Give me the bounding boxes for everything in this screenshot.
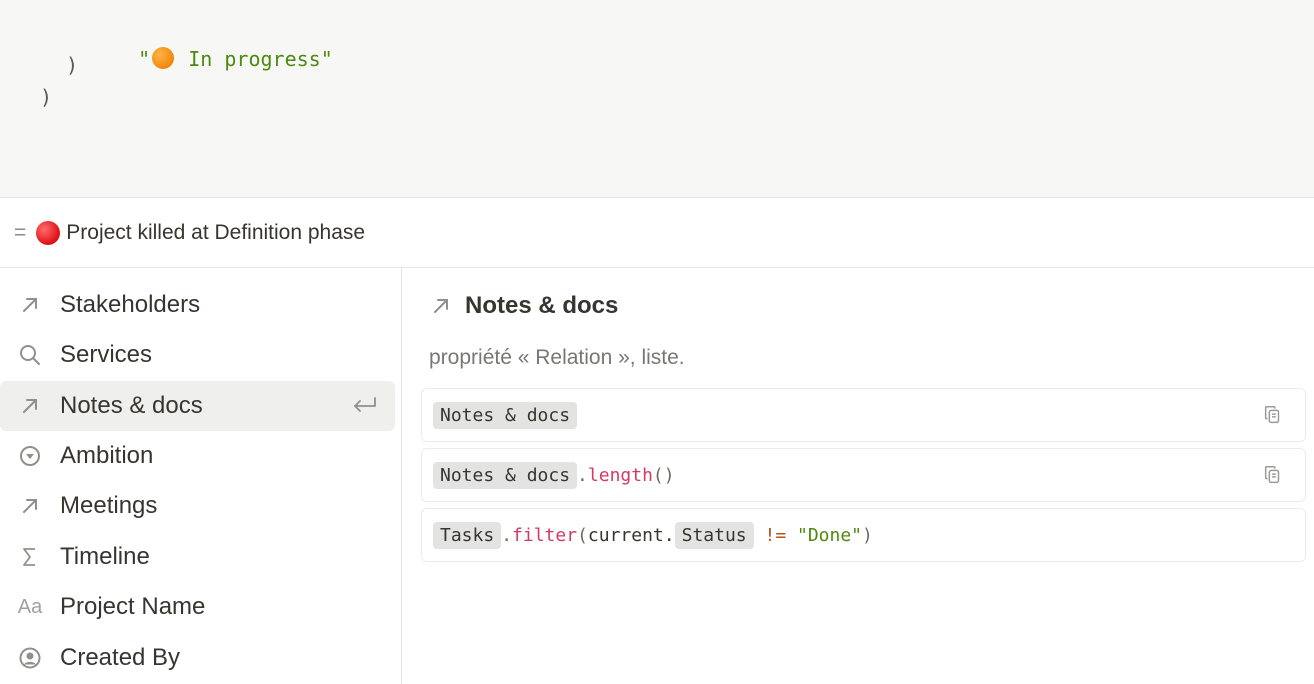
arrow-up-right-icon [434, 299, 448, 313]
code-line-1: " In progress" [90, 20, 333, 98]
sidebar-item-notes-docs[interactable]: Notes & docs [0, 381, 395, 431]
sidebar-item-ambition[interactable]: Ambition [0, 431, 395, 481]
search-icon [0, 330, 60, 380]
sidebar-item-created-by[interactable]: Created By [0, 633, 395, 683]
property-chip: Notes & docs [433, 461, 578, 489]
enter-key-icon [335, 396, 395, 416]
orange-circle-icon [152, 47, 175, 69]
example-2[interactable]: Notes & docs. length() [421, 448, 1306, 502]
sigma-icon [0, 532, 60, 582]
detail-title-text: Notes & docs [465, 292, 619, 319]
copy-icon[interactable] [1261, 463, 1285, 487]
sidebar-item-label: Project Name [60, 593, 206, 620]
sidebar-item-label: Stakeholders [60, 291, 201, 318]
dot-operator: . [501, 524, 513, 546]
sidebar-item-label: Created By [60, 644, 181, 671]
arrow-up-right-icon [0, 481, 60, 531]
arrow-up-right-icon [0, 280, 60, 330]
property-chip: Status [674, 521, 754, 549]
formula-editor[interactable]: " In progress" ) ) [0, 0, 1314, 198]
sidebar-item-label: Meetings [60, 492, 158, 519]
equals-sign: = [14, 221, 27, 244]
sidebar-item-stakeholders[interactable]: Stakeholders [0, 280, 395, 330]
copy-icon[interactable] [1261, 403, 1285, 427]
dot-operator: . [577, 464, 588, 486]
select-circle-icon [0, 431, 60, 481]
string-in-progress: In progress" [176, 47, 333, 71]
parens: () [652, 464, 675, 486]
arrow-up-right-icon [0, 381, 60, 431]
operator: != [753, 524, 797, 546]
sidebar-item-label: Timeline [60, 543, 150, 570]
formula-result: = Project killed at Definition phase [0, 199, 1314, 268]
example-3[interactable]: Tasks. filter(current. Status != "Done") [421, 508, 1306, 562]
property-chip: Tasks [433, 521, 502, 549]
user-circle-icon [0, 633, 60, 683]
sidebar-item-label: Ambition [60, 442, 154, 469]
property-detail-panel: Notes & docs propriété « Relation », lis… [403, 268, 1314, 684]
result-text: Project killed at Definition phase [66, 221, 366, 244]
sidebar-item-meetings[interactable]: Meetings [0, 481, 395, 531]
sidebar-item-timeline[interactable]: Timeline [0, 532, 395, 582]
string-quote: " [138, 47, 151, 71]
close-paren: ) [862, 524, 873, 546]
sidebar-item-services[interactable]: Services [0, 330, 395, 380]
text-aa-icon: Aa [17, 595, 43, 618]
sidebar-item-label: Services [60, 341, 153, 368]
open-paren: ( [577, 524, 588, 546]
function-name: filter [512, 524, 578, 546]
code-line-2: ) [66, 53, 79, 77]
example-1[interactable]: Notes & docs [421, 388, 1306, 442]
code-line-3: ) [40, 85, 53, 109]
sidebar-item-label: Notes & docs [60, 392, 203, 419]
property-list: Stakeholders Services Notes & docs Ambit… [0, 268, 402, 684]
function-name: length [587, 464, 653, 486]
detail-title: Notes & docs [429, 292, 618, 320]
property-chip: Notes & docs [433, 401, 578, 429]
argument-text: current. [587, 524, 675, 546]
detail-description: propriété « Relation », liste. [429, 346, 685, 369]
sidebar-item-project-name[interactable]: Aa Project Name [0, 582, 395, 632]
red-circle-icon [36, 221, 61, 245]
string-literal: "Done" [797, 524, 863, 546]
